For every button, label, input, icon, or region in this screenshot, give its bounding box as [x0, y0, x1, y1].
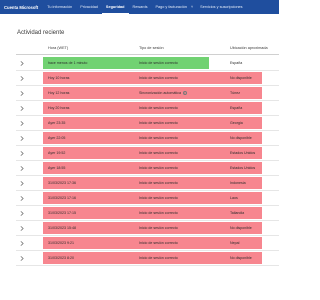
activity-row[interactable]: Hoy 20 horas Inicio de sesión correcto Esp… — [16, 101, 279, 116]
session-type-label: Inicio de sesión correcto — [139, 211, 178, 215]
session-location: No disponible — [230, 136, 252, 140]
session-type-label: Inicio de sesión correcto — [139, 226, 178, 230]
session-location: Estados Unidos — [230, 151, 256, 155]
nav-item-5[interactable]: Servicios y suscripciones — [196, 0, 246, 14]
chevron-right-icon[interactable] — [20, 151, 24, 156]
session-time: 31/03/2023 17:16 — [48, 196, 76, 200]
session-location: No disponible — [230, 256, 252, 260]
session-type: Inicio de sesión correcto — [139, 161, 178, 176]
session-type-label: Inicio de sesión correcto — [139, 121, 178, 125]
page-title: Actividad reciente — [17, 30, 65, 36]
activity-row[interactable]: Ayer 22:05 Inicio de sesión correcto No di… — [16, 131, 279, 146]
activity-row[interactable]: Ayer 23:35 Inicio de sesión correcto Georg… — [16, 116, 279, 131]
activity-row[interactable]: 31/03/2023 15:48 Inicio de sesión correct… — [16, 221, 279, 236]
session-location: Tailandia — [230, 211, 245, 215]
session-type-label: Inicio de sesión correcto — [139, 76, 178, 80]
chevron-right-icon[interactable] — [20, 211, 24, 216]
nav-item-2[interactable]: Seguridad — [101, 0, 129, 14]
session-type: Inicio de sesión correcto — [139, 206, 178, 221]
chevron-right-icon[interactable] — [20, 61, 24, 66]
session-type-label: Inicio de sesión correcto — [139, 196, 178, 200]
session-time: 31/03/2023 17:36 — [48, 181, 76, 185]
session-type: Inicio de sesión correcto — [139, 236, 178, 251]
activity-row[interactable]: 31/03/2023 8:20 Inicio de sesión correcto… — [16, 251, 279, 266]
session-type: Inicio de sesión correcto — [139, 176, 178, 191]
session-location: Indonesia — [230, 181, 246, 185]
session-time: hace menos de 1 minuto — [48, 61, 88, 65]
session-type: Sincronización automática i — [139, 86, 187, 101]
session-type-label: Sincronización automática — [139, 91, 181, 95]
chevron-right-icon[interactable] — [20, 121, 24, 126]
chevron-right-icon[interactable] — [20, 181, 24, 186]
session-time: 31/03/2023 15:48 — [48, 226, 76, 230]
session-time: Ayer 19:52 — [48, 151, 66, 155]
session-type: Inicio de sesión correcto — [139, 251, 178, 266]
chevron-right-icon[interactable] — [20, 196, 24, 201]
session-time: Ayer 22:05 — [48, 136, 66, 140]
column-header-location: Ubicación aproximada — [230, 46, 268, 50]
session-time: Ayer 18:55 — [48, 166, 66, 170]
session-type-label: Inicio de sesión correcto — [139, 151, 178, 155]
chevron-right-icon[interactable] — [20, 256, 24, 261]
session-location: Nepal — [230, 241, 240, 245]
session-time: Hoy 20 horas — [48, 106, 70, 110]
chevron-right-icon[interactable] — [20, 106, 24, 111]
activity-row[interactable]: 31/03/2023 9:21 Inicio de sesión correcto… — [16, 236, 279, 251]
chevron-right-icon[interactable] — [20, 241, 24, 246]
chevron-right-icon[interactable] — [20, 76, 24, 81]
session-location: Laos — [230, 196, 238, 200]
activity-row[interactable]: Ayer 18:55 Inicio de sesión correcto Estad… — [16, 161, 279, 176]
session-location: Estados Unidos — [230, 166, 256, 170]
nav-item-1[interactable]: Privacidad — [76, 0, 102, 14]
session-type: Inicio de sesión correcto — [139, 146, 178, 161]
session-location: No disponible — [230, 76, 252, 80]
nav-item-0[interactable]: Tu información — [43, 0, 76, 14]
session-type: Inicio de sesión correcto — [139, 131, 178, 146]
top-navigation-bar: Cuenta Microsoft Tu información Privacida… — [0, 0, 279, 14]
session-time: Hoy 10 horas — [48, 76, 70, 80]
session-type-label: Inicio de sesión correcto — [139, 241, 178, 245]
activity-table: hace menos de 1 minuto Inicio de sesión c… — [16, 56, 279, 266]
session-location: Túnez — [230, 91, 240, 95]
nav-item-3[interactable]: Rewards — [129, 0, 152, 14]
column-header-type: Tipo de sesión — [139, 46, 164, 50]
session-time: 31/03/2023 17:15 — [48, 211, 76, 215]
brand-link[interactable]: Cuenta Microsoft — [0, 5, 43, 10]
session-type: Inicio de sesión correcto — [139, 101, 178, 116]
session-type: Inicio de sesión correcto — [139, 116, 178, 131]
activity-row[interactable]: Ayer 19:52 Inicio de sesión correcto Estad… — [16, 146, 279, 161]
session-location: No disponible — [230, 226, 252, 230]
column-header-time: Hora (WET) — [48, 46, 69, 50]
session-time: 31/03/2023 8:20 — [48, 256, 74, 260]
session-location: España — [230, 106, 243, 110]
session-type-label: Inicio de sesión correcto — [139, 181, 178, 185]
session-type-label: Inicio de sesión correcto — [139, 61, 178, 65]
session-type-label: Inicio de sesión correcto — [139, 166, 178, 170]
activity-row[interactable]: Hoy 12 horas Sincronización automática i Tú… — [16, 86, 279, 101]
table-header: Hora (WET) Tipo de sesión Ubicación apro… — [16, 46, 279, 55]
session-type-label: Inicio de sesión correcto — [139, 256, 178, 260]
session-type-label: Inicio de sesión correcto — [139, 106, 178, 110]
chevron-right-icon[interactable] — [20, 136, 24, 141]
chevron-right-icon[interactable] — [20, 91, 24, 96]
session-time: 31/03/2023 9:21 — [48, 241, 74, 245]
session-type-label: Inicio de sesión correcto — [139, 136, 178, 140]
session-location: España — [230, 61, 243, 65]
nav-item-4[interactable]: Pago y facturación — [151, 0, 190, 14]
session-time: Hoy 12 horas — [48, 91, 70, 95]
session-time: Ayer 23:35 — [48, 121, 66, 125]
activity-row[interactable]: 31/03/2023 17:16 Inicio de sesión correct… — [16, 191, 279, 206]
session-type: Inicio de sesión correcto — [139, 71, 178, 86]
activity-row[interactable]: 31/03/2023 17:15 Inicio de sesión correct… — [16, 206, 279, 221]
chevron-right-icon[interactable] — [20, 226, 24, 231]
session-type: Inicio de sesión correcto — [139, 56, 178, 71]
info-icon[interactable]: i — [182, 91, 187, 96]
activity-row[interactable]: Hoy 10 horas Inicio de sesión correcto No … — [16, 71, 279, 86]
session-location: Georgia — [230, 121, 243, 125]
activity-row[interactable]: hace menos de 1 minuto Inicio de sesión c… — [16, 56, 279, 71]
session-type: Inicio de sesión correcto — [139, 221, 178, 236]
chevron-right-icon[interactable] — [20, 166, 24, 171]
activity-row[interactable]: 31/03/2023 17:36 Inicio de sesión correct… — [16, 176, 279, 191]
session-type: Inicio de sesión correcto — [139, 191, 178, 206]
